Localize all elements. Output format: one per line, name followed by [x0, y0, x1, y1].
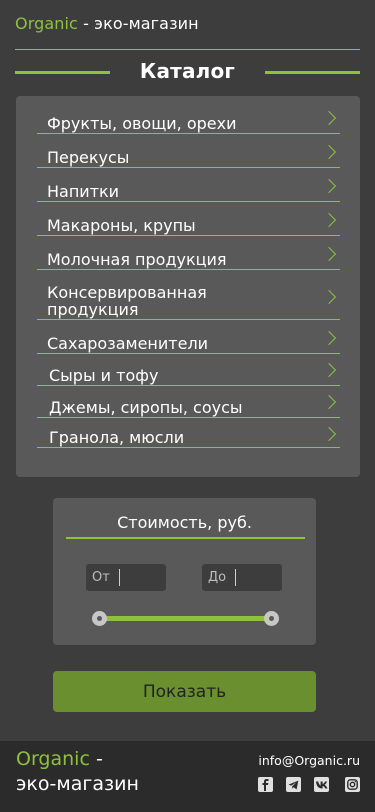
- price-range-slider[interactable]: [99, 616, 271, 621]
- price-to-placeholder: До: [208, 570, 227, 585]
- chevron-right-icon: [321, 289, 337, 305]
- price-title-underline: [66, 537, 305, 539]
- price-from-input[interactable]: От: [86, 564, 166, 591]
- site-footer: Organic - эко-магазин info@Organic.ru: [0, 741, 375, 812]
- footer-brand-name[interactable]: Organic: [16, 748, 90, 770]
- price-filter-title: Стоимость, руб.: [117, 513, 252, 532]
- chevron-right-icon: [321, 212, 337, 228]
- footer-brand: Organic -: [16, 748, 103, 770]
- instagram-icon[interactable]: [345, 777, 360, 792]
- header-divider: [15, 49, 360, 50]
- chevron-right-icon: [321, 394, 337, 410]
- footer-brand-dash: -: [89, 748, 103, 770]
- catalog-heading: Каталог: [15, 59, 360, 87]
- chevron-right-icon: [321, 178, 337, 194]
- catalog-item-canned[interactable]: Консервированная продукция: [37, 278, 340, 320]
- slider-min-handle[interactable]: [92, 611, 107, 626]
- chevron-right-icon: [321, 246, 337, 262]
- price-to-input[interactable]: До: [202, 564, 282, 591]
- catalog-item-label: Макароны, крупы: [47, 216, 196, 235]
- price-filter-panel: Стоимость, руб. От До: [53, 498, 316, 645]
- telegram-icon[interactable]: [286, 777, 301, 792]
- text-caret: [235, 569, 236, 586]
- catalog-item-label: Сыры и тофу: [49, 366, 159, 385]
- chevron-right-icon: [321, 110, 337, 126]
- catalog-item-label-line1: Консервированная: [47, 283, 207, 302]
- vk-icon[interactable]: [314, 777, 329, 792]
- catalog-item-label: Молочная продукция: [47, 250, 227, 269]
- catalog-item-label: Гранола, мюсли: [49, 428, 185, 447]
- catalog-item-granola[interactable]: Гранола, мюсли: [37, 424, 340, 448]
- chevron-right-icon: [321, 362, 337, 378]
- price-from-placeholder: От: [92, 570, 110, 585]
- catalog-item-label: Напитки: [47, 182, 120, 201]
- catalog-item-cheese-tofu[interactable]: Сыры и тофу: [37, 360, 340, 386]
- catalog-item-label: Фрукты, овощи, орехи: [47, 114, 237, 133]
- chevron-right-icon: [321, 330, 337, 346]
- chevron-right-icon: [321, 426, 337, 442]
- footer-brand-subtitle: эко-магазин: [16, 773, 139, 795]
- site-header: Organic - эко-магазин: [15, 14, 199, 33]
- text-caret: [119, 569, 120, 586]
- heading-line-right: [265, 71, 360, 74]
- catalog-panel: Фрукты, овощи, орехи Перекусы Напитки Ма…: [16, 96, 360, 477]
- footer-email-link[interactable]: info@Organic.ru: [258, 753, 360, 768]
- catalog-item-jams[interactable]: Джемы, сиропы, соусы: [37, 392, 340, 418]
- catalog-item-label: Перекусы: [47, 148, 130, 167]
- catalog-item-snacks[interactable]: Перекусы: [37, 142, 340, 168]
- catalog-item-dairy[interactable]: Молочная продукция: [37, 244, 340, 270]
- catalog-item-pasta[interactable]: Макароны, крупы: [37, 210, 340, 236]
- catalog-item-label-line2: продукция: [47, 300, 139, 319]
- facebook-icon[interactable]: [258, 777, 273, 792]
- show-results-button[interactable]: Показать: [53, 671, 316, 712]
- catalog-item-drinks[interactable]: Напитки: [37, 176, 340, 202]
- catalog-item-sweeteners[interactable]: Сахарозаменители: [37, 328, 340, 354]
- brand-name[interactable]: Organic: [15, 14, 78, 33]
- slider-max-handle[interactable]: [264, 611, 279, 626]
- brand-tagline: - эко-магазин: [77, 14, 199, 33]
- chevron-right-icon: [321, 144, 337, 160]
- catalog-item-fruits[interactable]: Фрукты, овощи, орехи: [37, 108, 340, 134]
- catalog-item-label: Сахарозаменители: [47, 334, 209, 353]
- catalog-item-label: Джемы, сиропы, соусы: [49, 398, 243, 417]
